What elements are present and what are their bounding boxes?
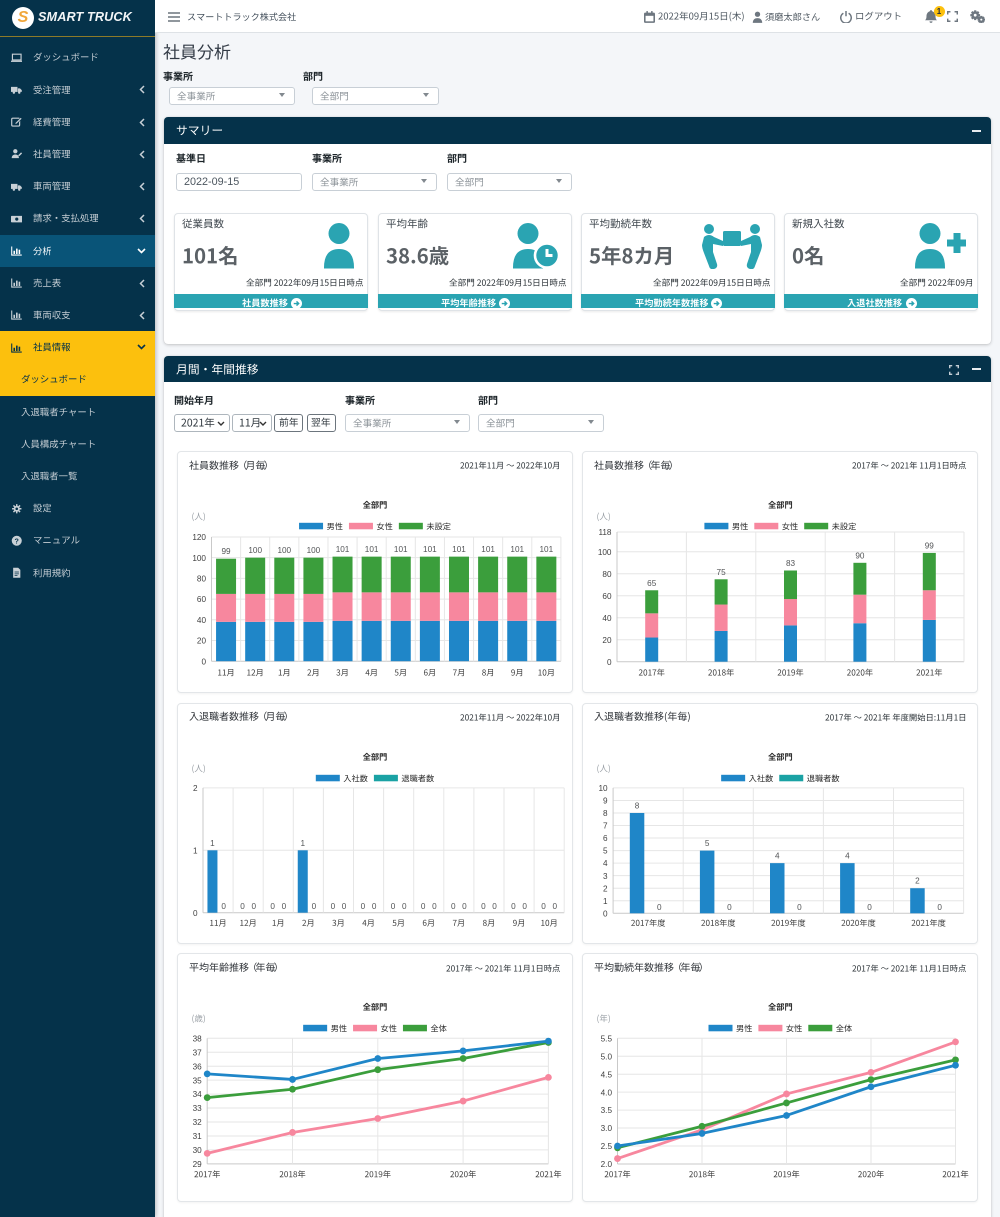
svg-text:0: 0 (240, 902, 245, 911)
svg-text:40: 40 (196, 616, 206, 625)
svg-text:101: 101 (364, 545, 378, 554)
svg-text:10: 10 (598, 784, 608, 793)
svg-text:75: 75 (716, 568, 726, 577)
svg-text:0: 0 (511, 902, 516, 911)
svg-text:0: 0 (401, 902, 406, 911)
svg-text:40: 40 (602, 614, 612, 623)
svg-text:?: ? (14, 537, 18, 545)
svg-text:3.5: 3.5 (600, 1106, 612, 1115)
svg-text:0: 0 (341, 902, 346, 911)
svg-text:0: 0 (450, 902, 455, 911)
svg-text:0: 0 (606, 658, 611, 667)
svg-text:4: 4 (845, 851, 850, 860)
svg-text:5.5: 5.5 (600, 1035, 612, 1044)
svg-text:0: 0 (492, 902, 497, 911)
svg-text:2: 2 (603, 884, 608, 893)
svg-text:0: 0 (522, 902, 527, 911)
svg-text:100: 100 (192, 554, 206, 563)
svg-text:0: 0 (727, 902, 732, 911)
svg-text:2.5: 2.5 (600, 1142, 612, 1151)
svg-text:0: 0 (311, 902, 316, 911)
svg-text:0: 0 (390, 902, 395, 911)
svg-text:0: 0 (937, 902, 942, 911)
svg-text:35: 35 (192, 1077, 202, 1086)
svg-text:5: 5 (704, 839, 709, 848)
svg-text:3.0: 3.0 (600, 1124, 612, 1133)
svg-text:9: 9 (603, 796, 608, 805)
svg-text:0: 0 (270, 902, 275, 911)
svg-text:31: 31 (192, 1132, 202, 1141)
svg-text:1: 1 (192, 846, 197, 855)
svg-text:20: 20 (602, 636, 612, 645)
svg-text:4.5: 4.5 (600, 1071, 612, 1080)
svg-text:0: 0 (867, 902, 872, 911)
svg-text:80: 80 (602, 570, 612, 579)
svg-text:0: 0 (201, 657, 206, 666)
svg-text:8: 8 (603, 809, 608, 818)
svg-text:4: 4 (774, 851, 779, 860)
svg-text:2.0: 2.0 (600, 1160, 612, 1169)
svg-text:29: 29 (192, 1160, 202, 1169)
svg-text:101: 101 (452, 545, 466, 554)
svg-text:37: 37 (192, 1049, 202, 1058)
svg-text:100: 100 (597, 548, 611, 557)
svg-text:101: 101 (510, 545, 524, 554)
svg-text:1: 1 (300, 838, 305, 847)
svg-text:101: 101 (335, 545, 349, 554)
svg-text:0: 0 (192, 908, 197, 917)
svg-text:100: 100 (306, 546, 320, 555)
svg-text:99: 99 (221, 547, 231, 556)
svg-text:0: 0 (552, 902, 557, 911)
svg-text:2: 2 (915, 876, 920, 885)
svg-text:0: 0 (432, 902, 437, 911)
svg-text:100: 100 (277, 546, 291, 555)
svg-text:101: 101 (539, 545, 553, 554)
svg-text:1: 1 (210, 838, 215, 847)
svg-text:30: 30 (192, 1146, 202, 1155)
svg-text:33: 33 (192, 1104, 202, 1113)
svg-text:90: 90 (855, 551, 865, 560)
svg-text:0: 0 (330, 902, 335, 911)
svg-text:101: 101 (481, 545, 495, 554)
svg-text:32: 32 (192, 1118, 202, 1127)
svg-text:2: 2 (192, 784, 197, 793)
svg-text:60: 60 (602, 592, 612, 601)
svg-text:5: 5 (603, 846, 608, 855)
svg-text:0: 0 (603, 909, 608, 918)
svg-text:4: 4 (603, 859, 608, 868)
svg-text:65: 65 (647, 579, 657, 588)
svg-text:36: 36 (192, 1063, 202, 1072)
svg-text:83: 83 (785, 559, 795, 568)
svg-text:0: 0 (541, 902, 546, 911)
svg-text:4.0: 4.0 (600, 1089, 612, 1098)
svg-text:101: 101 (393, 545, 407, 554)
svg-text:7: 7 (603, 821, 608, 830)
svg-text:0: 0 (281, 902, 286, 911)
svg-text:120: 120 (192, 533, 206, 542)
svg-text:0: 0 (371, 902, 376, 911)
svg-text:6: 6 (603, 834, 608, 843)
svg-text:5.0: 5.0 (600, 1053, 612, 1062)
svg-text:3: 3 (603, 871, 608, 880)
svg-text:101: 101 (423, 545, 437, 554)
svg-text:20: 20 (196, 636, 206, 645)
svg-text:34: 34 (192, 1090, 202, 1099)
svg-text:60: 60 (196, 595, 206, 604)
svg-text:0: 0 (797, 902, 802, 911)
svg-text:8: 8 (634, 801, 639, 810)
svg-text:0: 0 (420, 902, 425, 911)
svg-text:118: 118 (598, 528, 611, 537)
svg-text:0: 0 (481, 902, 486, 911)
svg-text:0: 0 (462, 902, 467, 911)
svg-text:38: 38 (192, 1035, 202, 1044)
svg-text:80: 80 (196, 574, 206, 583)
svg-text:100: 100 (248, 546, 262, 555)
svg-text:1: 1 (603, 896, 608, 905)
svg-text:0: 0 (221, 902, 226, 911)
svg-text:0: 0 (360, 902, 365, 911)
svg-text:99: 99 (924, 541, 934, 550)
svg-text:0: 0 (251, 902, 256, 911)
svg-text:0: 0 (656, 902, 661, 911)
